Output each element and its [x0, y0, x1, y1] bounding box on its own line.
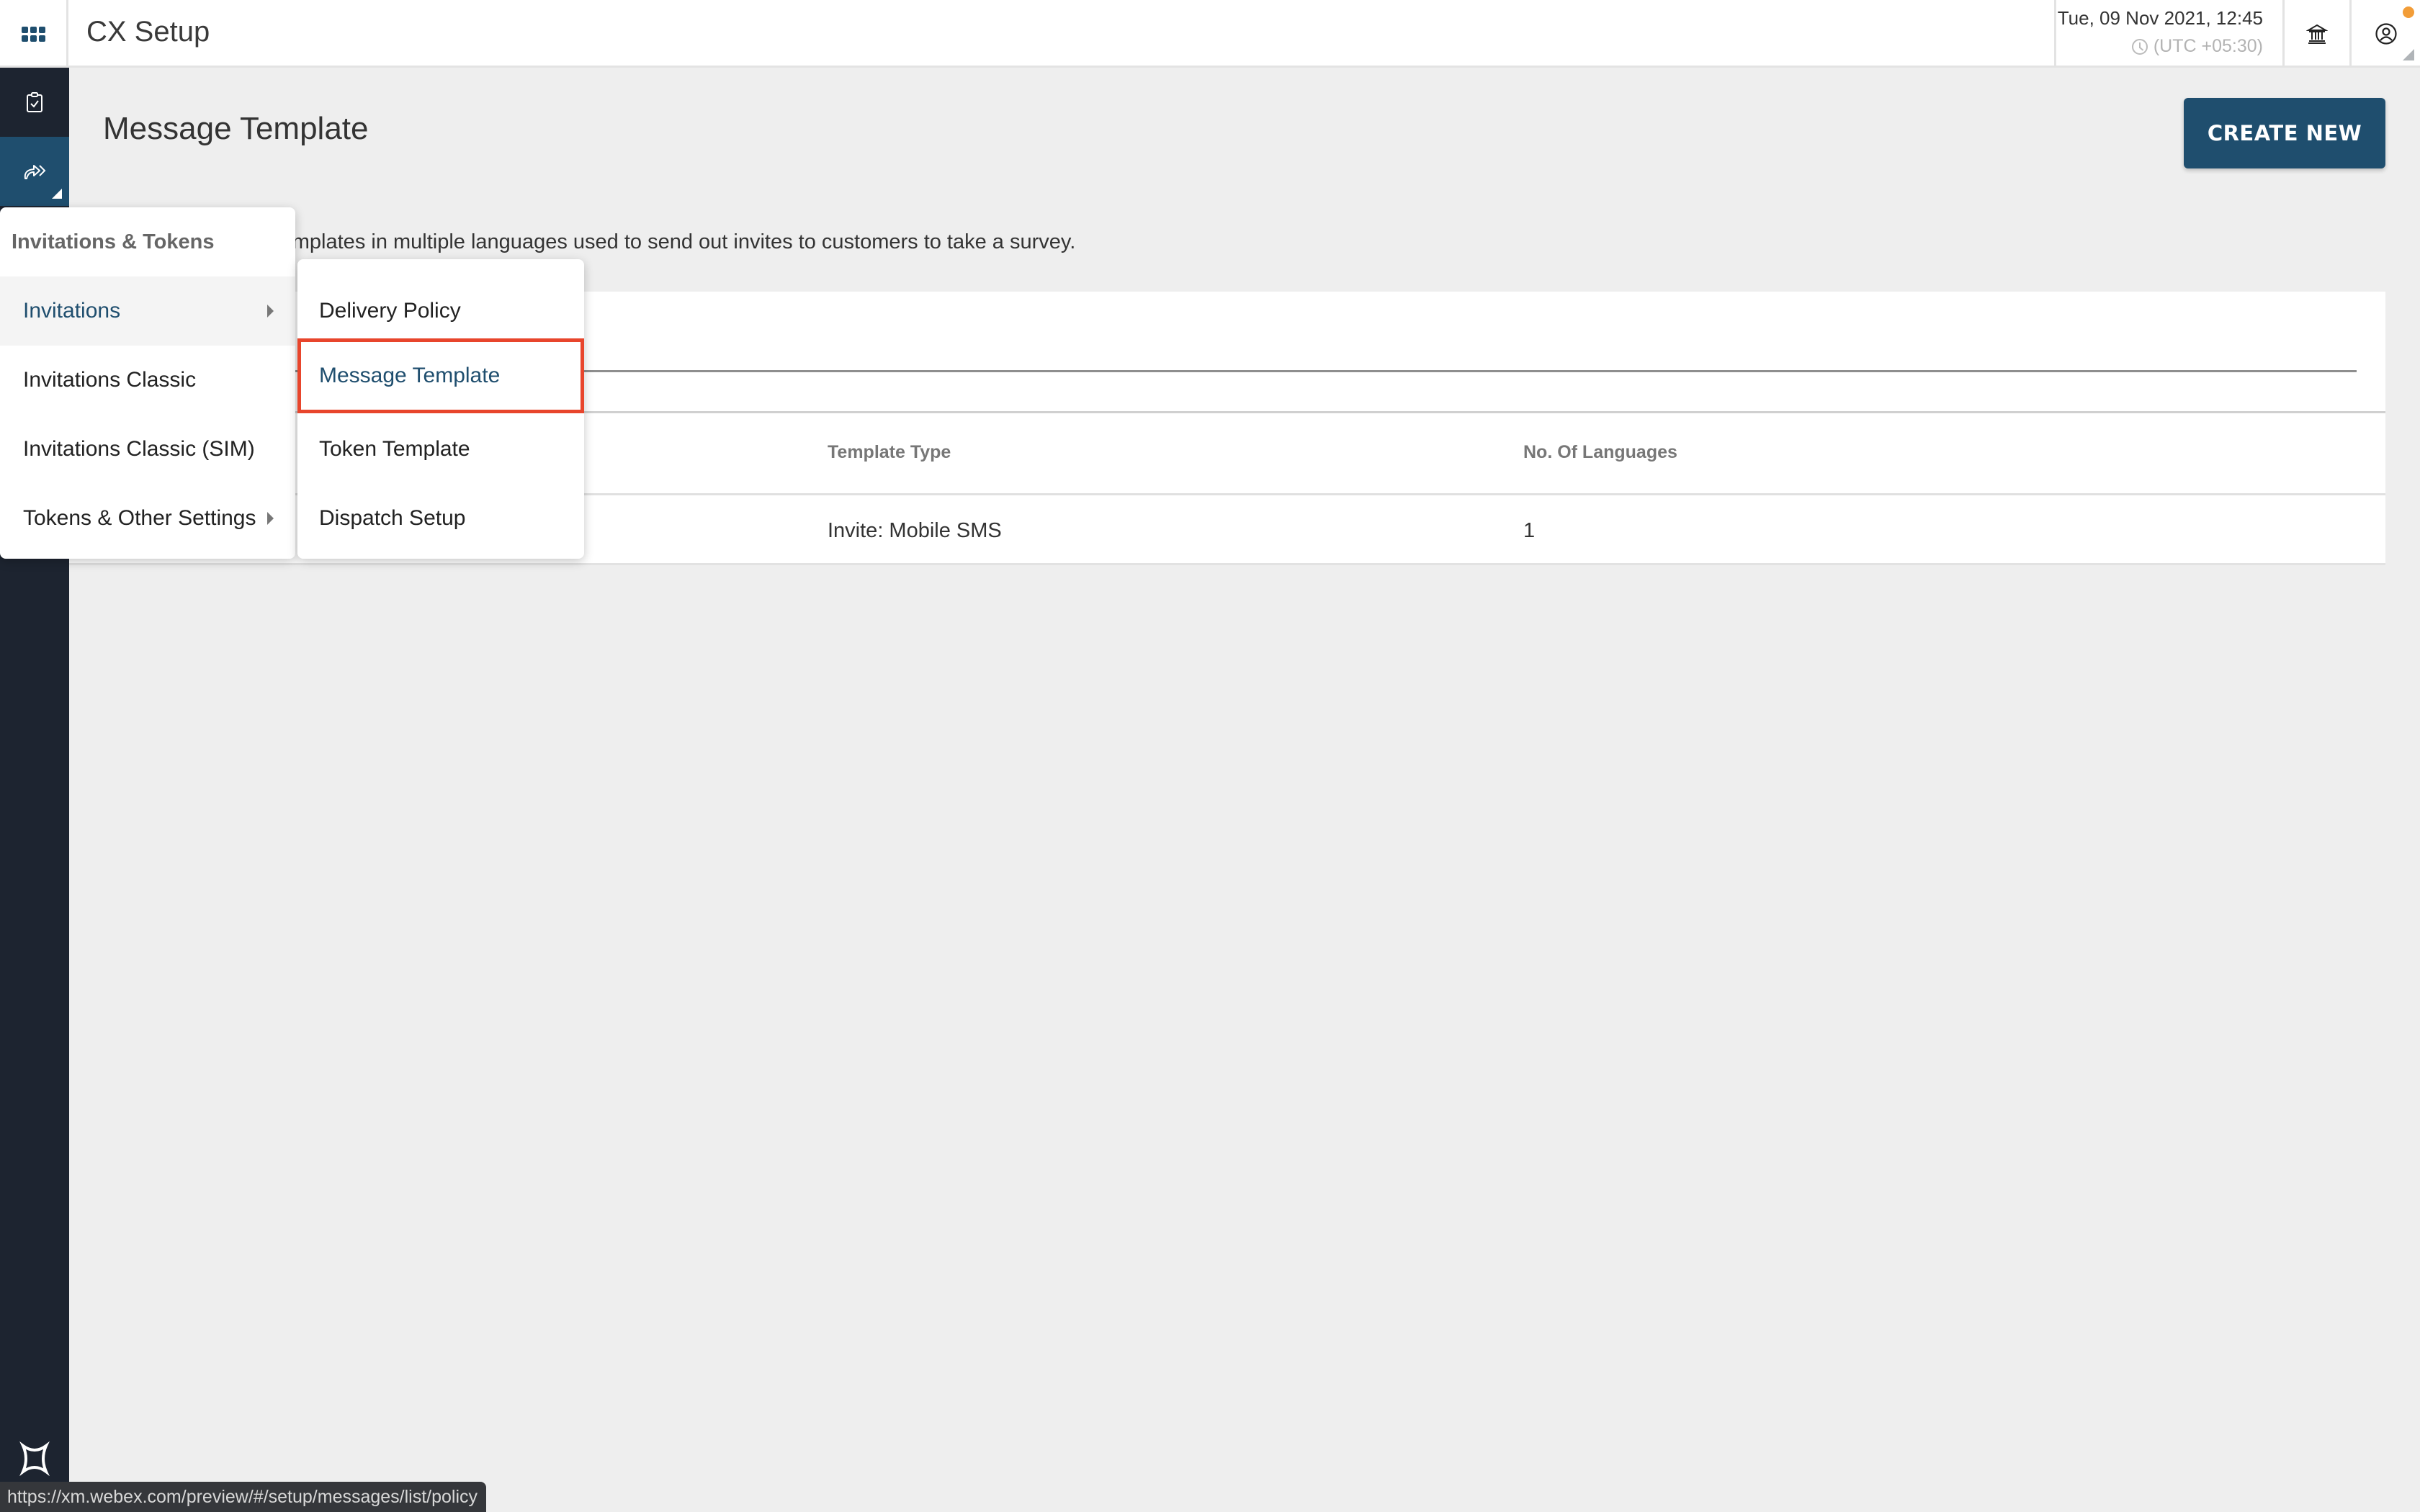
caret-right-icon [267, 305, 274, 318]
bank-icon [2306, 24, 2328, 44]
top-header: CX Setup Tue, 09 Nov 2021, 12:45 (UTC +0… [0, 0, 2420, 68]
page-title: Message Template [103, 111, 369, 146]
caret-right-icon [267, 512, 274, 525]
submenu-item-label: Dispatch Setup [319, 506, 466, 530]
submenu-item-label: Delivery Policy [319, 299, 461, 323]
profile-button[interactable] [2349, 0, 2420, 68]
notification-dot [2403, 6, 2414, 18]
share-forward-icon [24, 165, 46, 179]
invitations-submenu: Delivery Policy Message Template Token T… [297, 259, 584, 559]
invitations-tokens-menu: Invitations & Tokens Invitations Invitat… [0, 207, 295, 559]
clipboard-check-icon [27, 92, 42, 112]
status-bar-url: https://xm.webex.com/preview/#/setup/mes… [0, 1482, 487, 1512]
timezone: (UTC +05:30) [2131, 36, 2263, 57]
submenu-item-label: Token Template [319, 437, 470, 461]
apps-menu-button[interactable] [0, 0, 68, 68]
column-header-languages[interactable]: No. Of Languages [1523, 442, 1677, 463]
menu-heading: Invitations & Tokens [12, 230, 215, 253]
apps-grid-icon [21, 26, 45, 42]
profile-dropdown-indicator [2403, 49, 2414, 60]
cell-languages: 1 [1523, 519, 1536, 542]
submenu-item-label: Message Template [319, 364, 501, 387]
submenu-item-message-template[interactable]: Message Template [297, 338, 584, 413]
app-title: CX Setup [86, 16, 210, 48]
menu-item-invitations-classic-sim[interactable]: Invitations Classic (SIM) [0, 415, 295, 484]
submenu-item-delivery-policy[interactable]: Delivery Policy [297, 276, 584, 346]
current-datetime: Tue, 09 Nov 2021, 12:45 [2057, 7, 2263, 29]
menu-item-label: Tokens & Other Settings [23, 506, 256, 530]
column-header-template-type[interactable]: Template Type [828, 442, 951, 463]
submenu-item-dispatch-setup[interactable]: Dispatch Setup [297, 484, 584, 553]
sidebar-item-surveys[interactable] [0, 68, 69, 137]
menu-item-label: Invitations Classic (SIM) [23, 437, 255, 461]
submenu-indicator [52, 189, 62, 199]
datetime-display: Tue, 09 Nov 2021, 12:45 (UTC +05:30) [2054, 0, 2263, 68]
menu-item-invitations-classic[interactable]: Invitations Classic [0, 346, 295, 415]
menu-item-invitations[interactable]: Invitations [0, 276, 295, 346]
timezone-label: (UTC +05:30) [2153, 36, 2263, 56]
organization-button[interactable] [2282, 0, 2349, 68]
user-circle-icon [2375, 23, 2397, 45]
cell-template-type: Invite: Mobile SMS [828, 519, 1002, 542]
menu-item-label: Invitations [23, 299, 121, 323]
create-new-button[interactable]: CREATE NEW [2184, 98, 2385, 168]
menu-item-label: Invitations Classic [23, 368, 197, 392]
submenu-item-token-template[interactable]: Token Template [297, 415, 584, 484]
clock-icon [2131, 38, 2148, 55]
webex-experience-logo[interactable] [17, 1441, 52, 1476]
menu-item-tokens-other-settings[interactable]: Tokens & Other Settings [0, 484, 295, 553]
sidebar-item-invitations[interactable] [0, 137, 69, 206]
